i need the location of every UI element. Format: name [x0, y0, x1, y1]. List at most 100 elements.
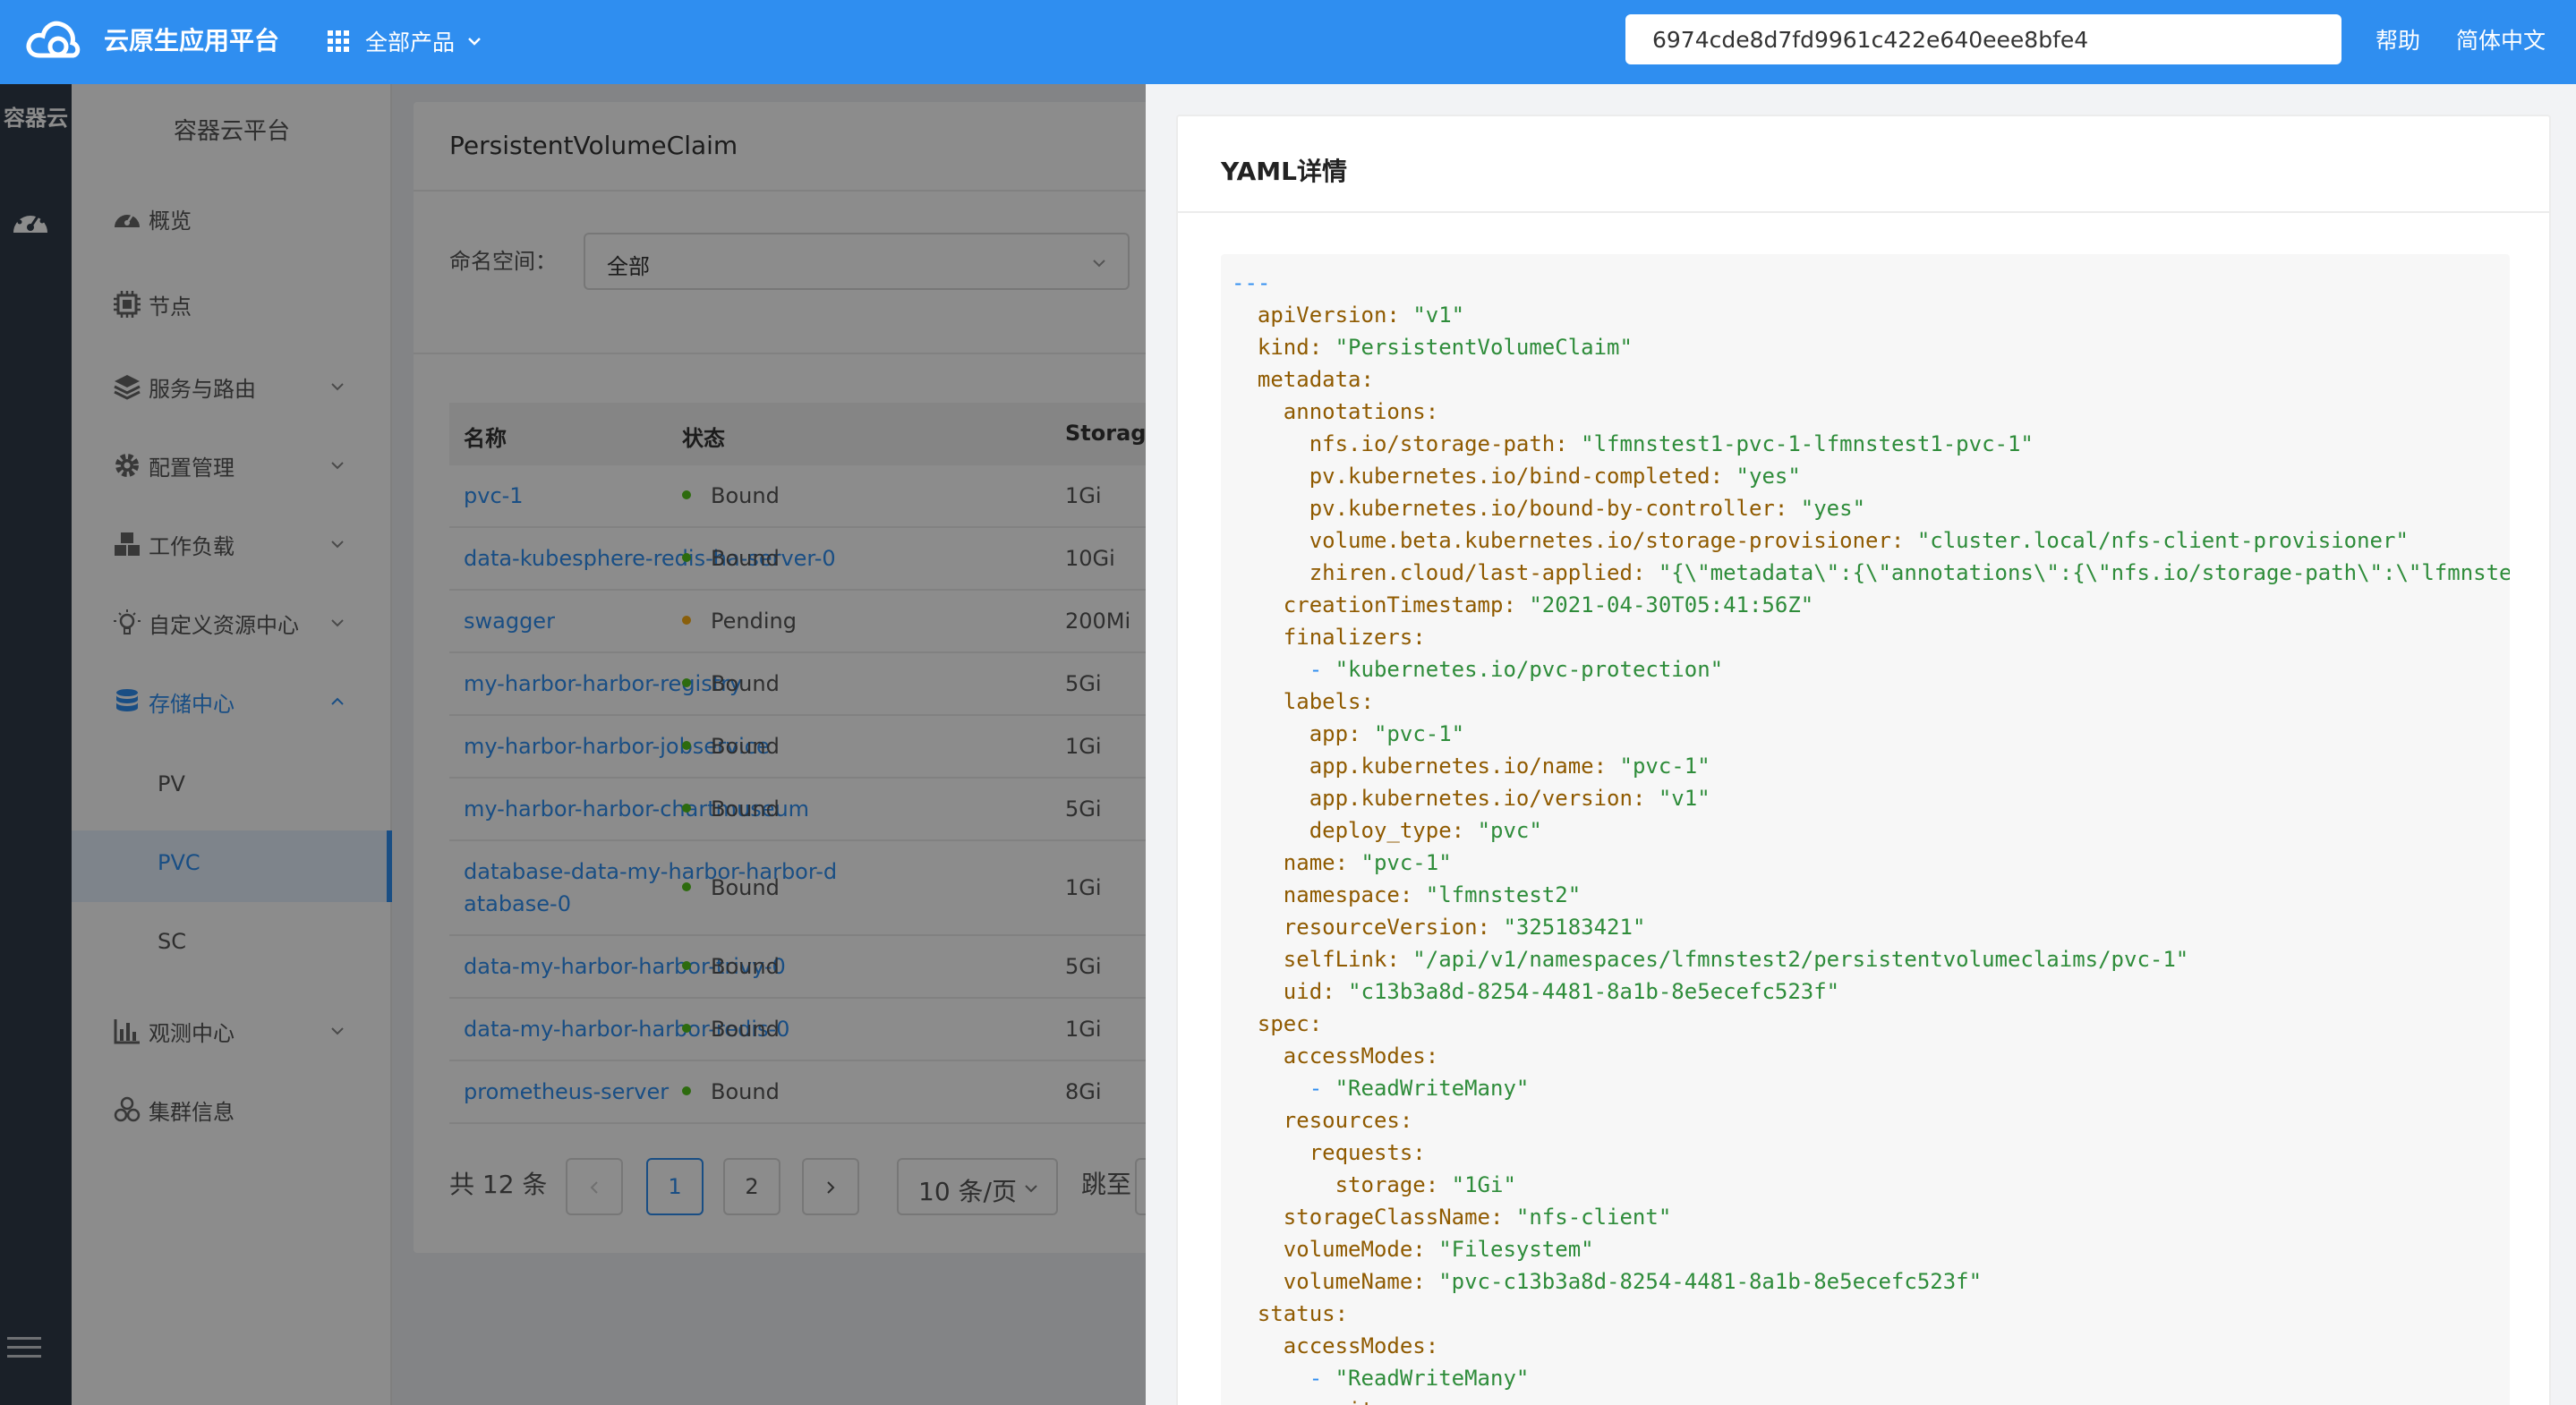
yaml-colon: : [1386, 302, 1413, 328]
yaml-value: "1Gi" [1451, 1172, 1516, 1197]
yaml-key: capacity [1284, 1398, 1387, 1405]
yaml-indent [1232, 335, 1258, 360]
drawer-mask[interactable] [0, 84, 1146, 1405]
yaml-indent [1232, 367, 1258, 392]
yaml-indent [1232, 1076, 1309, 1101]
yaml-line: deploy_type: "pvc" [1232, 814, 2510, 847]
yaml-value: "yes" [1736, 464, 1801, 489]
top-navbar: 云原生应用平台 全部产品 帮助 简体中文 [0, 0, 2576, 84]
yaml-colon: : [1425, 1043, 1439, 1069]
yaml-indent [1232, 1140, 1309, 1165]
yaml-key: kind [1257, 335, 1309, 360]
yaml-value: "yes" [1800, 496, 1866, 521]
yaml-key: storageClassName [1283, 1205, 1490, 1230]
yaml-value: "lfmnstest1-pvc-1-lfmnstest1-pvc-1" [1581, 431, 2034, 456]
yaml-key: pv.kubernetes.io/bound-by-controller [1309, 496, 1775, 521]
yaml-indent [1232, 1043, 1284, 1069]
yaml-line: zhiren.cloud/last-applied: "{\"metadata\… [1232, 557, 2510, 589]
yaml-colon: : [1335, 850, 1361, 875]
yaml-value: "pvc-1" [1361, 850, 1452, 875]
cloud-logo-icon[interactable] [25, 16, 81, 66]
yaml-indent [1232, 560, 1309, 585]
yaml-line: volumeMode: "Filesystem" [1232, 1233, 2510, 1265]
yaml-key: app.kubernetes.io/name [1309, 754, 1594, 779]
yaml-value: "pvc-1" [1619, 754, 1710, 779]
yaml-line: - "ReadWriteMany" [1232, 1072, 2510, 1104]
yaml-line: volumeName: "pvc-c13b3a8d-8254-4481-8a1b… [1232, 1265, 2510, 1298]
yaml-line: namespace: "lfmnstest2" [1232, 879, 2510, 911]
yaml-indent [1232, 850, 1284, 875]
yaml-line: volume.beta.kubernetes.io/storage-provis… [1232, 524, 2510, 557]
yaml-colon: : [1412, 1237, 1439, 1262]
language-switch[interactable]: 简体中文 [2456, 23, 2546, 59]
yaml-indent [1232, 915, 1284, 940]
yaml-line: annotations: [1232, 396, 2510, 428]
yaml-indent [1232, 464, 1309, 489]
yaml-indent [1232, 496, 1309, 521]
yaml-line: nfs.io/storage-path: "lfmnstest1-pvc-1-l… [1232, 428, 2510, 460]
yaml-colon: : [1451, 818, 1478, 843]
yaml-colon: : [1348, 721, 1374, 746]
yaml-key: finalizers [1283, 625, 1413, 650]
help-link[interactable]: 帮助 [2376, 23, 2420, 59]
yaml-line: pv.kubernetes.io/bound-by-controller: "y… [1232, 492, 2510, 524]
yaml-line: --- [1232, 267, 2510, 299]
yaml-indent [1232, 1011, 1258, 1036]
yaml-key: accessModes [1283, 1333, 1426, 1358]
yaml-drawer: YAML详情 --- apiVersion: "v1" kind: "Persi… [1146, 84, 2576, 1405]
yaml-key: name [1283, 850, 1335, 875]
yaml-indent [1232, 721, 1309, 746]
yaml-colon: : [1632, 786, 1659, 811]
yaml-key: app.kubernetes.io/version [1309, 786, 1633, 811]
yaml-line: creationTimestamp: "2021-04-30T05:41:56Z… [1232, 589, 2510, 621]
yaml-key: status [1257, 1301, 1335, 1326]
yaml-key: app [1309, 721, 1349, 746]
yaml-value: "nfs-client" [1515, 1205, 1672, 1230]
yaml-code-block[interactable]: --- apiVersion: "v1" kind: "PersistentVo… [1221, 254, 2510, 1405]
yaml-key: creationTimestamp [1283, 592, 1504, 617]
yaml-colon: : [1335, 1301, 1349, 1326]
yaml-line: - "ReadWriteMany" [1232, 1362, 2510, 1394]
yaml-key: spec [1257, 1011, 1309, 1036]
yaml-line: storageClassName: "nfs-client" [1232, 1201, 2510, 1233]
yaml-indent [1232, 625, 1284, 650]
search-input[interactable] [1625, 14, 2341, 64]
yaml-key: deploy_type [1309, 818, 1452, 843]
yaml-value: "PersistentVolumeClaim" [1335, 335, 1633, 360]
yaml-key: pv.kubernetes.io/bind-completed [1309, 464, 1710, 489]
yaml-line: labels: [1232, 685, 2510, 718]
yaml-colon: : [1322, 979, 1349, 1004]
yaml-key: zhiren.cloud/last-applied [1309, 560, 1633, 585]
yaml-colon: : [1555, 431, 1582, 456]
platform-title[interactable]: 云原生应用平台 [104, 23, 279, 59]
yaml-key: labels [1283, 689, 1361, 714]
yaml-title: YAML详情 [1221, 157, 1347, 186]
yaml-key: uid [1283, 979, 1323, 1004]
yaml-colon: : [1412, 625, 1426, 650]
yaml-key: annotations [1283, 399, 1426, 424]
apps-grid-icon [328, 30, 349, 52]
yaml-value: "pvc-1" [1373, 721, 1465, 746]
yaml-value: "lfmnstest2" [1425, 882, 1582, 907]
yaml-colon: : [1309, 1011, 1323, 1036]
yaml-colon: : [1710, 464, 1736, 489]
yaml-list-dash: - [1309, 1076, 1335, 1101]
yaml-key: accessModes [1283, 1043, 1426, 1069]
yaml-line: requests: [1232, 1137, 2510, 1169]
yaml-indent [1232, 1301, 1258, 1326]
yaml-line: - "kubernetes.io/pvc-protection" [1232, 653, 2510, 685]
yaml-value: "ReadWriteMany" [1335, 1076, 1530, 1101]
yaml-line: uid: "c13b3a8d-8254-4481-8a1b-8e5ecefc52… [1232, 975, 2510, 1008]
yaml-key: volumeName [1283, 1269, 1413, 1294]
yaml-lines: --- apiVersion: "v1" kind: "PersistentVo… [1232, 267, 2510, 1405]
yaml-key: volumeMode [1283, 1237, 1413, 1262]
yaml-indent [1232, 1172, 1335, 1197]
yaml-indent [1232, 979, 1284, 1004]
yaml-colon: : [1361, 367, 1374, 392]
yaml-list-dash: - [1309, 657, 1335, 682]
yaml-colon: : [1632, 560, 1659, 585]
yaml-line: spec: [1232, 1008, 2510, 1040]
all-products-menu[interactable]: 全部产品 [326, 21, 483, 61]
yaml-indent [1232, 1237, 1284, 1262]
yaml-indent [1232, 1108, 1284, 1133]
